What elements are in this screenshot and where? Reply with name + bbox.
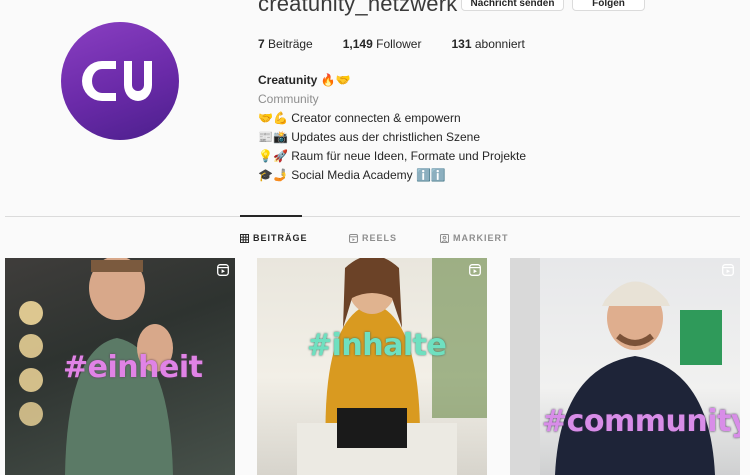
post-hashtag-overlay: #einheit xyxy=(63,350,203,385)
followers-label: Follower xyxy=(376,37,422,51)
profile-stats: 7 Beiträge 1,149 Follower 131 abonniert xyxy=(258,37,525,51)
post-tile[interactable]: #einheit xyxy=(5,258,235,475)
reels-icon xyxy=(349,233,358,243)
bio-line: 🤝💪 Creator connecten & empowern xyxy=(258,111,461,125)
divider xyxy=(5,216,740,217)
active-tab-indicator xyxy=(240,215,302,217)
follow-button[interactable]: Folgen xyxy=(572,0,645,11)
post-tile[interactable]: #inhalte xyxy=(257,258,487,475)
followers-stat[interactable]: 1,149 Follower xyxy=(343,37,422,51)
profile-username: creatunity_netzwerk xyxy=(258,0,458,16)
tagged-icon xyxy=(440,233,449,243)
creatunity-logo-icon xyxy=(82,61,152,101)
profile-avatar[interactable] xyxy=(61,22,179,140)
bio-line: 💡🚀 Raum für neue Ideen, Formate und Proj… xyxy=(258,149,527,163)
profile-tabs: BEITRÄGE REELS MARKIERT xyxy=(0,233,750,247)
more-options-icon[interactable]: ··· xyxy=(658,0,677,9)
followers-count: 1,149 xyxy=(342,37,373,51)
post-hashtag-overlay: #community xyxy=(542,404,740,439)
tab-reels[interactable]: REELS xyxy=(349,233,397,243)
message-button[interactable]: Nachricht senden xyxy=(461,0,564,11)
tab-reels-label: REELS xyxy=(362,233,398,243)
post-hashtag-overlay: #inhalte xyxy=(307,328,447,363)
reel-icon xyxy=(722,264,734,276)
tab-posts[interactable]: BEITRÄGE xyxy=(240,233,308,243)
post-thumbnail-image xyxy=(297,258,487,475)
following-count: 131 xyxy=(451,37,472,51)
profile-bio: Creatunity 🔥🤝 Community 🤝💪 Creator conne… xyxy=(258,71,526,185)
tab-tagged[interactable]: MARKIERT xyxy=(440,233,509,243)
profile-name: Creatunity 🔥🤝 xyxy=(258,73,351,87)
tab-tagged-label: MARKIERT xyxy=(453,233,509,243)
posts-label: Beiträge xyxy=(268,37,313,51)
post-thumbnail-image xyxy=(510,258,722,475)
post-tile[interactable]: #community xyxy=(510,258,740,475)
posts-stat[interactable]: 7 Beiträge xyxy=(258,37,313,51)
following-label: abonniert xyxy=(474,37,525,51)
reel-icon xyxy=(469,264,481,276)
bio-line: 🎓🤳 Social Media Academy ℹ️ℹ️ xyxy=(258,168,446,182)
grid-icon xyxy=(240,233,249,243)
following-stat[interactable]: 131 abonniert xyxy=(451,37,524,51)
bio-line: 📰📸 Updates aus der christlichen Szene xyxy=(258,130,480,144)
reel-icon xyxy=(217,264,229,276)
profile-category: Community xyxy=(258,92,319,106)
posts-count: 7 xyxy=(258,37,265,51)
tab-posts-label: BEITRÄGE xyxy=(253,233,308,243)
